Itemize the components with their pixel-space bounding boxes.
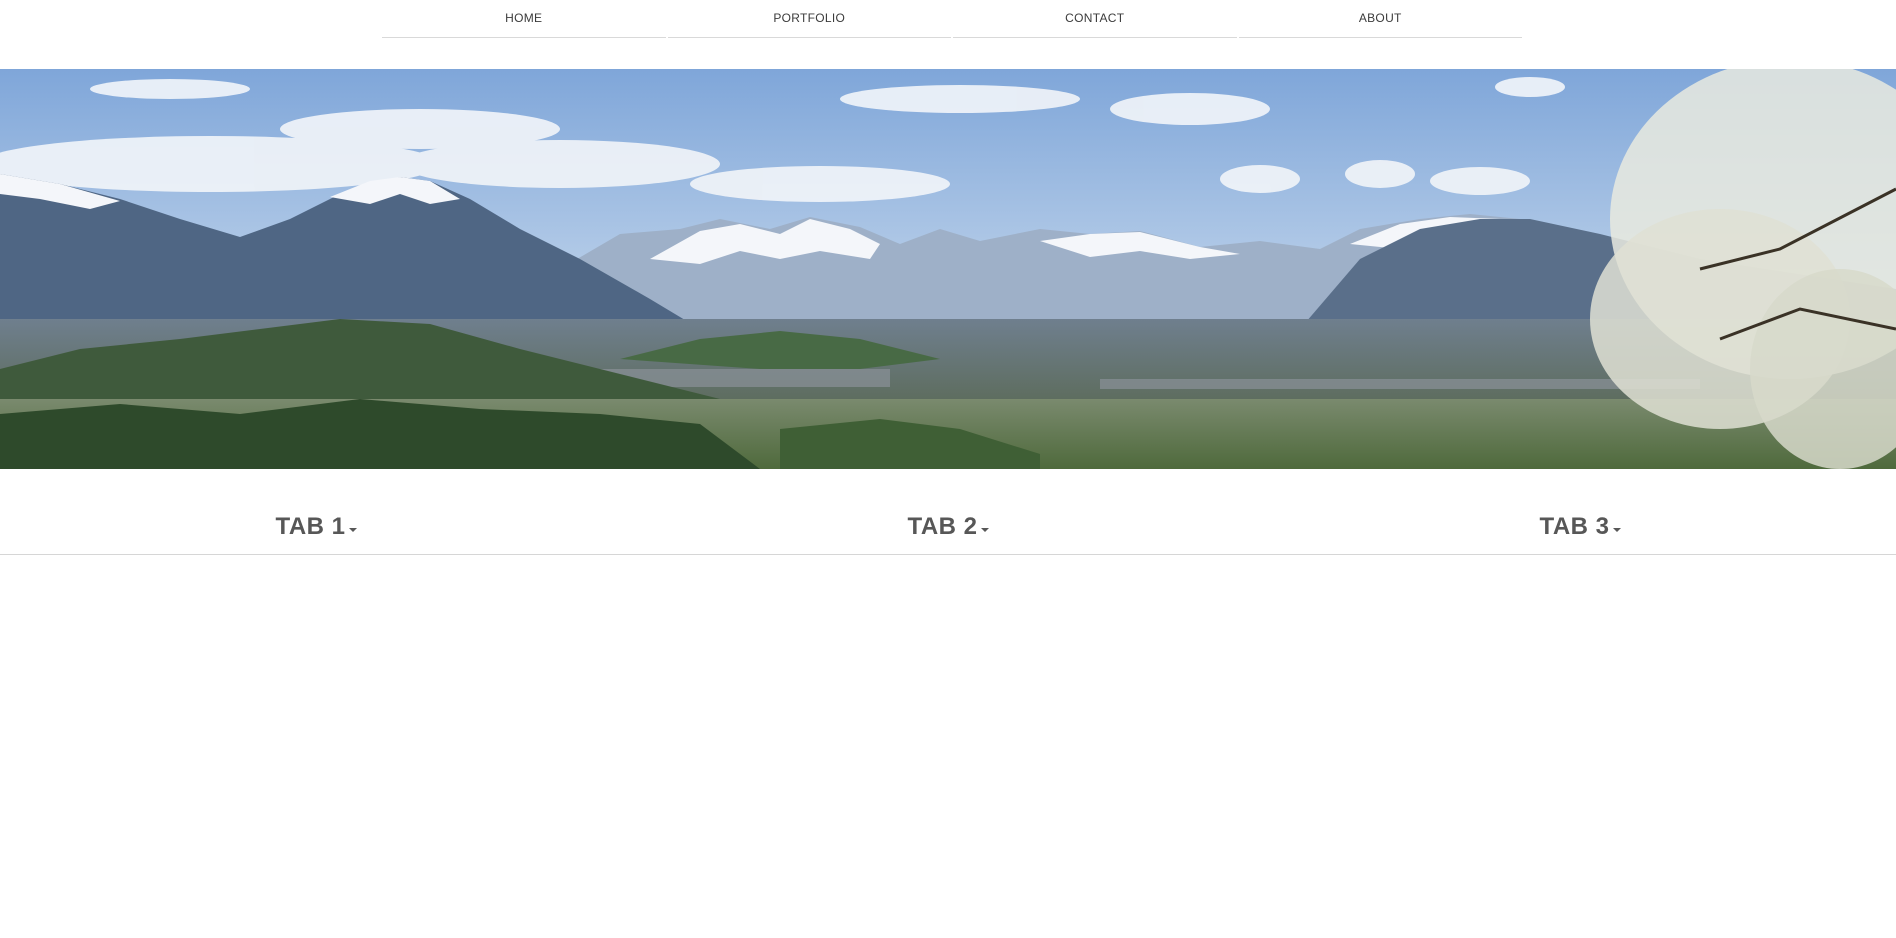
tab-1[interactable]: TAB 1 — [0, 500, 632, 554]
caret-down-icon — [980, 528, 989, 532]
nav-portfolio-label: PORTFOLIO — [773, 11, 846, 25]
caret-down-icon — [1612, 528, 1621, 532]
tab-3-label: TAB 3 — [1539, 513, 1610, 540]
nav-portfolio-link[interactable]: PORTFOLIO — [667, 0, 951, 38]
tab-2[interactable]: TAB 2 — [632, 500, 1264, 554]
caret-down-icon — [348, 528, 357, 532]
nav-about-link[interactable]: ABOUT — [1238, 0, 1522, 38]
nav-home-label: HOME — [505, 11, 543, 25]
tab-bar: TAB 1 TAB 2 TAB 3 — [0, 500, 1896, 555]
hero-banner-image — [0, 69, 1896, 469]
tab-3[interactable]: TAB 3 — [1264, 500, 1896, 554]
nav-contact-link[interactable]: CONTACT — [953, 0, 1237, 38]
tab-1-label: TAB 1 — [275, 513, 346, 540]
nav-home-link[interactable]: HOME — [382, 0, 666, 38]
tab-2-label: TAB 2 — [907, 513, 978, 540]
nav-about-label: ABOUT — [1358, 11, 1402, 25]
mountain-panorama-illustration — [0, 69, 1896, 469]
nav-contact-label: CONTACT — [1065, 11, 1125, 25]
top-navigation: HOME PORTFOLIO CONTACT ABOUT — [382, 0, 1522, 38]
